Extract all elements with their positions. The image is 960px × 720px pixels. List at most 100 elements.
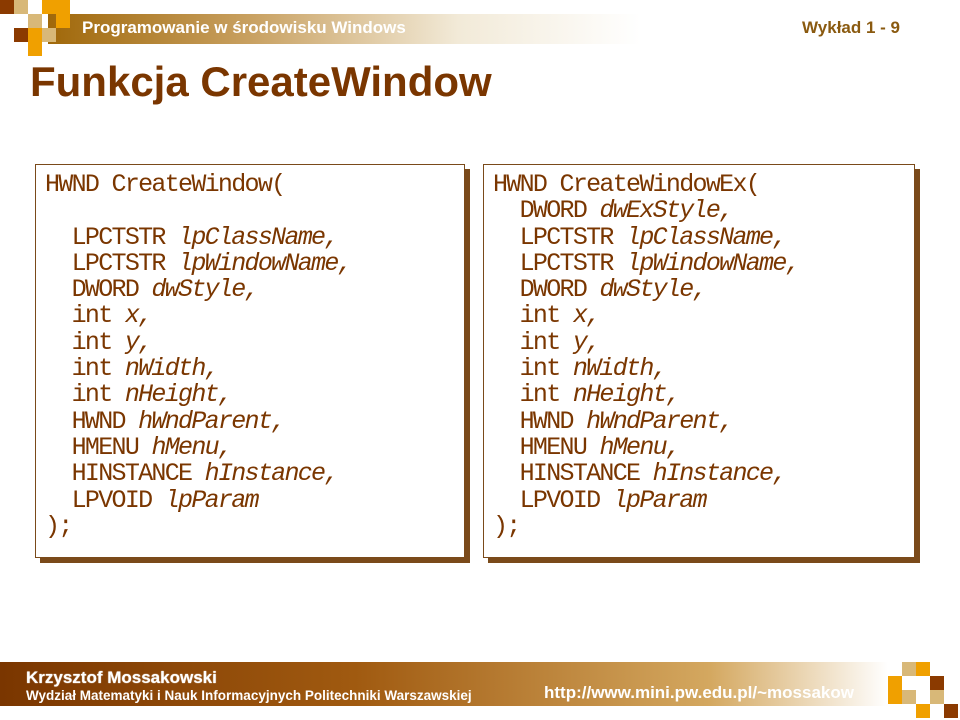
code-line: HWND CreateWindowEx( <box>493 170 799 199</box>
code-parameter: nHeight, <box>124 380 233 410</box>
code-line: HWND hWndParent, <box>45 406 351 436</box>
code-line: int y, <box>45 327 351 357</box>
decor-square <box>28 28 42 42</box>
code-line: HINSTANCE hInstance, <box>493 461 799 487</box>
code-line: ); <box>45 511 351 541</box>
code-parameter: x, <box>572 301 601 331</box>
decor-square <box>916 704 930 718</box>
code-line: int x, <box>45 303 351 329</box>
code-parameter: hInstance, <box>652 459 788 489</box>
code-line: HINSTANCE hInstance, <box>45 461 351 487</box>
code-line: LPVOID lpParam <box>45 485 351 515</box>
decor-square <box>14 28 28 42</box>
decor-square <box>28 14 42 28</box>
code-line: DWORD dwExStyle, <box>493 198 799 224</box>
decor-square <box>0 0 14 14</box>
code-line: LPVOID lpParam <box>493 485 799 515</box>
code-type: LPCTSTR <box>71 222 179 252</box>
code-type: HMENU <box>519 432 600 462</box>
code-type: DWORD <box>71 275 152 305</box>
code-parameter: lpClassName, <box>626 222 787 252</box>
code-line: int y, <box>493 327 799 357</box>
code-type: LPCTSTR <box>519 248 627 278</box>
code-parameter: y, <box>572 327 601 357</box>
code-parameter: hInstance, <box>204 459 340 489</box>
code-line: DWORD dwStyle, <box>45 277 351 303</box>
code-line: HWND hWndParent, <box>493 406 799 436</box>
code-parameter: x, <box>124 301 153 331</box>
decor-square <box>28 42 42 56</box>
code-parameter: lpParam <box>164 485 260 515</box>
code-type: LPVOID <box>519 485 613 515</box>
code-line: int nWidth, <box>45 354 351 384</box>
code-createwindow: HWND CreateWindow( LPCTSTR lpClassName, … <box>45 170 353 541</box>
code-createwindowex: HWND CreateWindowEx( DWORD dwExStyle, LP… <box>493 170 801 541</box>
code-parameter: dwStyle, <box>599 275 707 305</box>
footer-url-link[interactable]: http://www.mini.pw.edu.pl/~mossakow <box>544 683 854 703</box>
code-parameter: lpWindowName, <box>626 248 801 278</box>
code-parameter: hWndParent, <box>138 406 286 436</box>
code-type: int <box>519 327 573 357</box>
code-type: HWND CreateWindowEx( <box>493 170 761 199</box>
code-parameter: nWidth, <box>124 354 220 384</box>
code-line: ); <box>493 511 799 541</box>
code-line: int nHeight, <box>45 382 351 408</box>
course-title: Programowanie w środowisku Windows <box>82 18 406 37</box>
decor-square <box>42 0 70 14</box>
code-type: int <box>519 301 573 331</box>
code-type: int <box>519 354 573 384</box>
code-parameter: dwExStyle, <box>599 196 734 226</box>
code-line: LPCTSTR lpClassName, <box>493 222 799 252</box>
code-parameter: hWndParent, <box>586 406 734 436</box>
code-line: HMENU hMenu, <box>45 432 351 462</box>
code-type: HMENU <box>71 432 152 462</box>
decor-square <box>14 0 28 14</box>
code-parameter: hMenu, <box>151 432 233 462</box>
code-type: int <box>71 354 125 384</box>
code-type: DWORD <box>519 275 600 305</box>
decor-square <box>916 662 930 676</box>
code-parameter: dwStyle, <box>151 275 259 305</box>
code-type: ); <box>45 511 73 541</box>
code-parameter: hMenu, <box>599 432 681 462</box>
code-type: HINSTANCE <box>71 459 205 489</box>
code-parameter: nHeight, <box>572 380 681 410</box>
decor-square <box>902 690 916 704</box>
code-line: int x, <box>493 303 799 329</box>
code-line: LPCTSTR lpClassName, <box>45 222 351 252</box>
decor-square <box>42 28 56 42</box>
code-type: LPCTSTR <box>71 248 179 278</box>
code-type: HWND <box>71 406 139 436</box>
decor-square <box>56 14 70 28</box>
code-type: ); <box>493 511 521 541</box>
code-parameter: lpWindowName, <box>178 248 353 278</box>
code-type: int <box>71 301 125 331</box>
code-line: LPCTSTR lpWindowName, <box>493 248 801 278</box>
code-parameter: y, <box>124 327 153 357</box>
code-type: HWND CreateWindow( <box>45 170 286 199</box>
code-line: LPCTSTR lpWindowName, <box>45 248 353 278</box>
code-type: int <box>519 380 573 410</box>
code-type: int <box>71 327 125 357</box>
decor-square <box>888 676 902 704</box>
decor-square <box>902 662 916 676</box>
